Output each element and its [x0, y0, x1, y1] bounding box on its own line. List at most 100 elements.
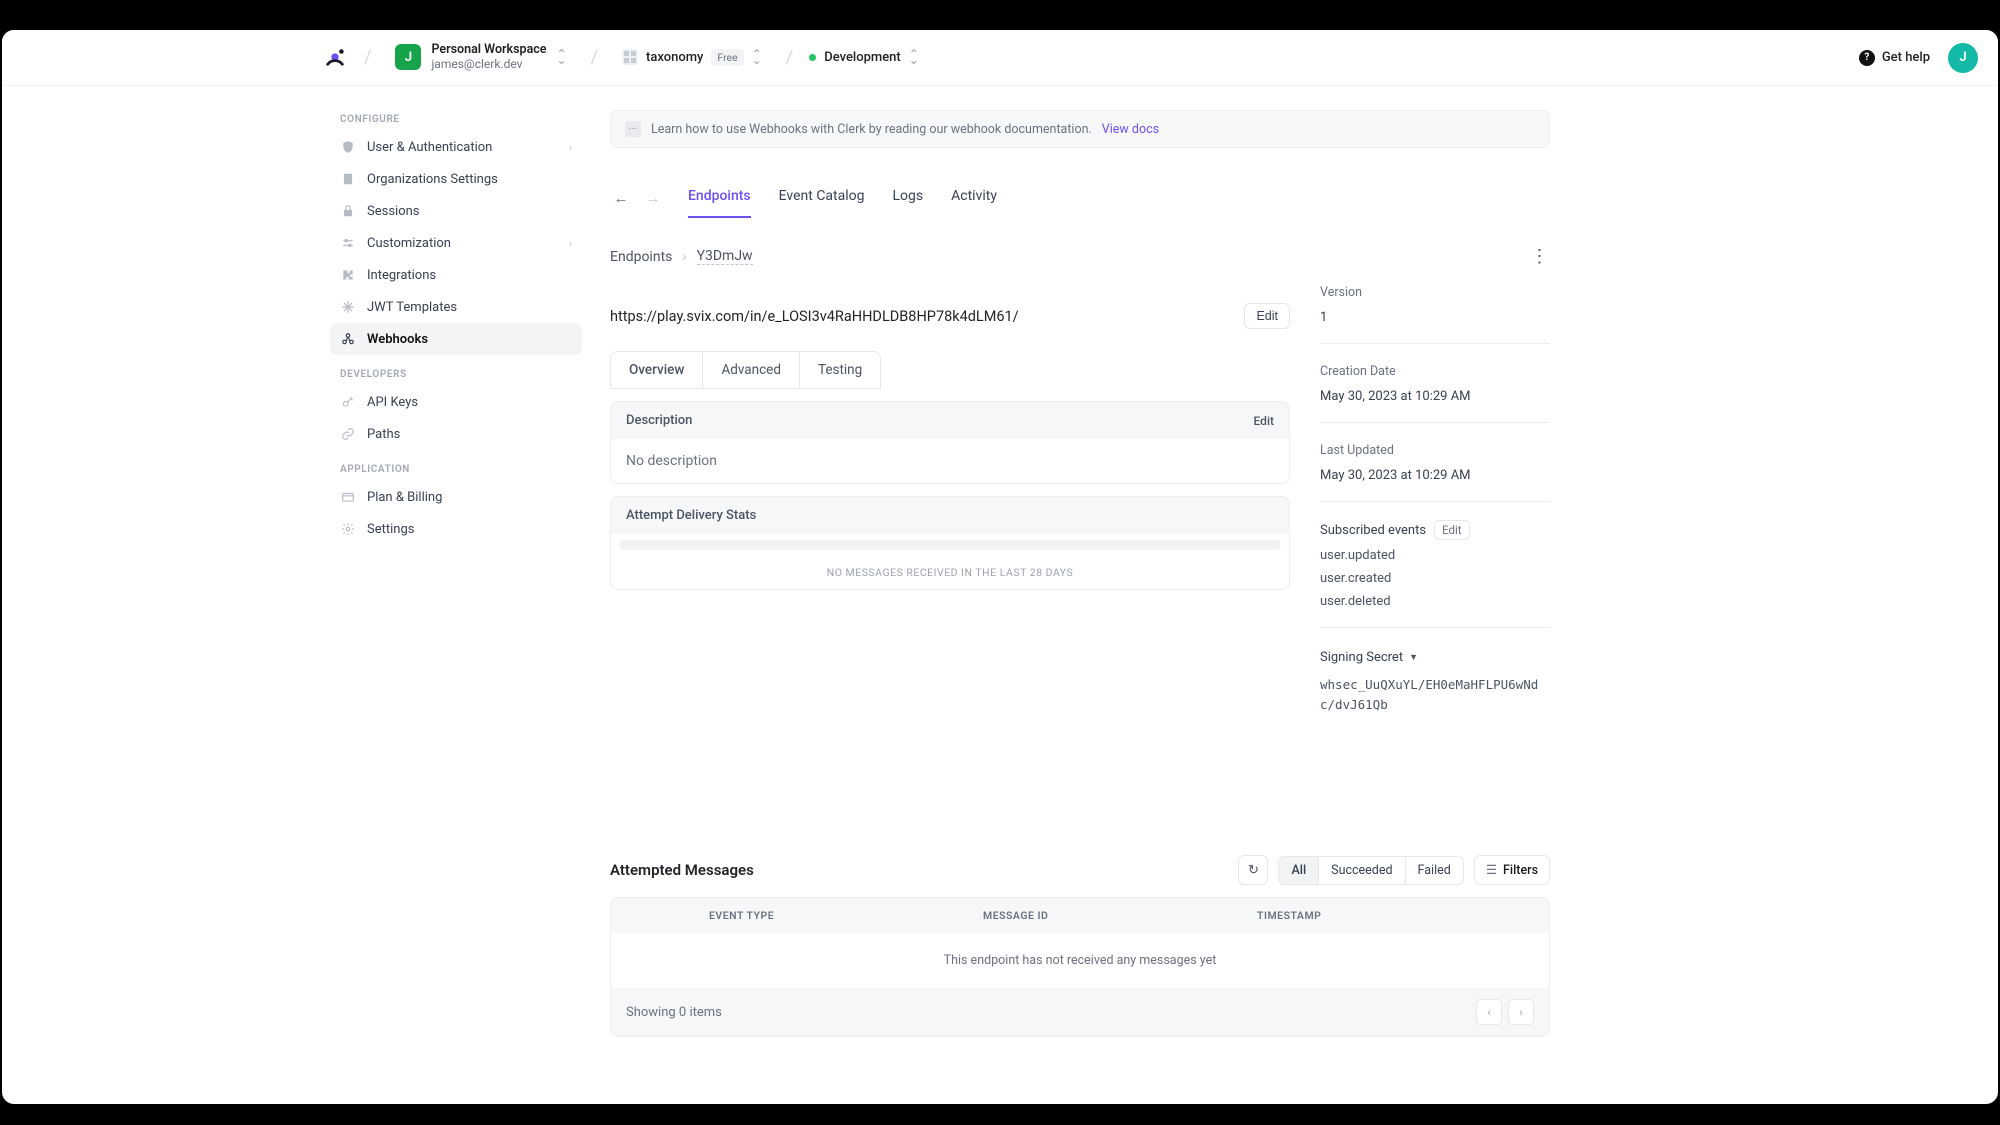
sidebar-item-plan-billing[interactable]: Plan & Billing	[330, 481, 582, 513]
sidebar-item-integrations[interactable]: Integrations	[330, 259, 582, 291]
divider: /	[591, 47, 598, 68]
workspace-badge: J	[395, 44, 421, 70]
sidebar-item-organizations[interactable]: Organizations Settings	[330, 163, 582, 195]
user-avatar[interactable]: J	[1948, 43, 1978, 73]
subscribed-event: user.deleted	[1320, 594, 1550, 609]
application-name: taxonomy	[646, 50, 703, 65]
subtab-advanced[interactable]: Advanced	[703, 352, 800, 388]
docs-banner: ⋯ Learn how to use Webhooks with Clerk b…	[610, 110, 1550, 148]
link-icon	[340, 426, 356, 442]
subscribed-event: user.created	[1320, 571, 1550, 586]
messages-table: EVENT TYPE MESSAGE ID TIMESTAMP This end…	[610, 897, 1550, 1037]
endpoint-url: https://play.svix.com/in/e_LOSI3v4RaHHDL…	[610, 308, 1230, 325]
tab-activity[interactable]: Activity	[951, 178, 997, 218]
tab-event-catalog[interactable]: Event Catalog	[779, 178, 865, 218]
card-title: Attempt Delivery Stats	[626, 508, 756, 523]
lock-icon	[340, 203, 356, 219]
filter-failed-button[interactable]: Failed	[1406, 857, 1463, 884]
column-message-id: MESSAGE ID	[983, 909, 1257, 922]
clerk-logo-icon[interactable]	[322, 44, 348, 70]
meta-updated-value: May 30, 2023 at 10:29 AM	[1320, 468, 1550, 483]
sidebar-item-label: Customization	[367, 236, 451, 251]
tab-logs[interactable]: Logs	[893, 178, 924, 218]
jwt-icon	[340, 299, 356, 315]
gear-icon	[340, 521, 356, 537]
sidebar-item-label: Integrations	[367, 268, 436, 283]
prev-page-button[interactable]: ‹	[1476, 999, 1502, 1025]
sidebar-item-label: Webhooks	[367, 332, 428, 347]
breadcrumb-root[interactable]: Endpoints	[610, 249, 672, 265]
app-icon	[622, 49, 638, 65]
environment-switcher[interactable]: Development ⌃⌄	[809, 50, 919, 65]
sidebar-item-label: Paths	[367, 427, 400, 442]
filter-icon: ☰	[1486, 862, 1497, 878]
edit-events-button[interactable]: Edit	[1434, 520, 1469, 540]
subtab-testing[interactable]: Testing	[800, 352, 880, 388]
nav-back-button[interactable]: ←	[610, 187, 632, 209]
filters-button[interactable]: ☰ Filters	[1474, 855, 1550, 885]
description-card: Description Edit No description	[610, 401, 1290, 484]
sidebar-item-label: Settings	[367, 522, 414, 537]
chevron-updown-icon: ⌃⌄	[752, 51, 762, 64]
view-docs-link[interactable]: View docs	[1102, 122, 1159, 137]
filter-succeeded-button[interactable]: Succeeded	[1319, 857, 1405, 884]
top-bar: / J Personal Workspace james@clerk.dev ⌃…	[2, 30, 1998, 86]
sidebar-item-api-keys[interactable]: API Keys	[330, 386, 582, 418]
sidebar-item-label: Plan & Billing	[367, 490, 442, 505]
meta-updated-label: Last Updated	[1320, 443, 1550, 458]
stats-empty-message: NO MESSAGES RECEIVED IN THE LAST 28 DAYS	[611, 550, 1289, 589]
next-page-button[interactable]: ›	[1508, 999, 1534, 1025]
meta-creation-value: May 30, 2023 at 10:29 AM	[1320, 389, 1550, 404]
workspace-name: Personal Workspace	[431, 43, 546, 57]
sidebar-item-webhooks[interactable]: Webhooks	[330, 323, 582, 355]
divider: /	[786, 47, 793, 68]
sidebar-item-label: Sessions	[367, 204, 420, 219]
sidebar-item-sessions[interactable]: Sessions	[330, 195, 582, 227]
edit-url-button[interactable]: Edit	[1244, 303, 1290, 329]
sliders-icon	[340, 235, 356, 251]
chevron-right-icon: ›	[569, 141, 572, 154]
caret-down-icon[interactable]: ▼	[1409, 652, 1418, 663]
more-menu-button[interactable]: ⋮	[1531, 246, 1551, 267]
sidebar: CONFIGURE User & Authentication› Organiz…	[302, 86, 602, 1104]
sidebar-item-jwt-templates[interactable]: JWT Templates	[330, 291, 582, 323]
subscribed-event: user.updated	[1320, 548, 1550, 563]
shield-icon	[340, 139, 356, 155]
edit-description-button[interactable]: Edit	[1254, 414, 1274, 428]
workspace-email: james@clerk.dev	[431, 58, 546, 72]
nav-forward-button[interactable]: →	[642, 187, 664, 209]
banner-text: Learn how to use Webhooks with Clerk by …	[651, 122, 1092, 137]
table-empty-message: This endpoint has not received any messa…	[611, 933, 1549, 988]
application-switcher[interactable]: taxonomy Free ⌃⌄	[614, 45, 770, 70]
chevron-updown-icon: ⌃⌄	[557, 51, 567, 64]
filter-all-button[interactable]: All	[1279, 857, 1319, 884]
sidebar-item-customization[interactable]: Customization›	[330, 227, 582, 259]
sidebar-category-application: APPLICATION	[340, 464, 582, 475]
attempted-title: Attempted Messages	[610, 861, 754, 879]
info-icon: ⋯	[625, 121, 641, 137]
workspace-switcher[interactable]: J Personal Workspace james@clerk.dev ⌃⌄	[387, 39, 574, 75]
meta-events-label: Subscribed events	[1320, 523, 1426, 538]
meta-version-label: Version	[1320, 285, 1550, 300]
table-footer-count: Showing 0 items	[626, 1005, 722, 1020]
environment-name: Development	[824, 50, 901, 65]
sidebar-item-label: API Keys	[367, 395, 418, 410]
sidebar-item-settings[interactable]: Settings	[330, 513, 582, 545]
refresh-button[interactable]: ↻	[1238, 855, 1268, 885]
subtab-overview[interactable]: Overview	[611, 352, 703, 388]
stats-bar	[619, 540, 1281, 550]
sidebar-item-paths[interactable]: Paths	[330, 418, 582, 450]
meta-version-value: 1	[1320, 310, 1550, 325]
plan-badge: Free	[711, 49, 743, 66]
sidebar-item-label: User & Authentication	[367, 140, 492, 155]
meta-creation-label: Creation Date	[1320, 364, 1550, 379]
get-help-button[interactable]: ? Get help	[1859, 50, 1930, 66]
tab-endpoints[interactable]: Endpoints	[688, 178, 751, 218]
sidebar-item-label: Organizations Settings	[367, 172, 498, 187]
chevron-updown-icon: ⌃⌄	[909, 51, 919, 64]
sidebar-item-user-auth[interactable]: User & Authentication ›	[330, 131, 582, 163]
delivery-stats-card: Attempt Delivery Stats NO MESSAGES RECEI…	[610, 496, 1290, 590]
column-timestamp: TIMESTAMP	[1257, 909, 1531, 922]
signing-secret-value: whsec_UuQXuYL/EH0eMaHFLPU6wNdc/dvJ61Qb	[1320, 675, 1550, 715]
key-icon	[340, 394, 356, 410]
